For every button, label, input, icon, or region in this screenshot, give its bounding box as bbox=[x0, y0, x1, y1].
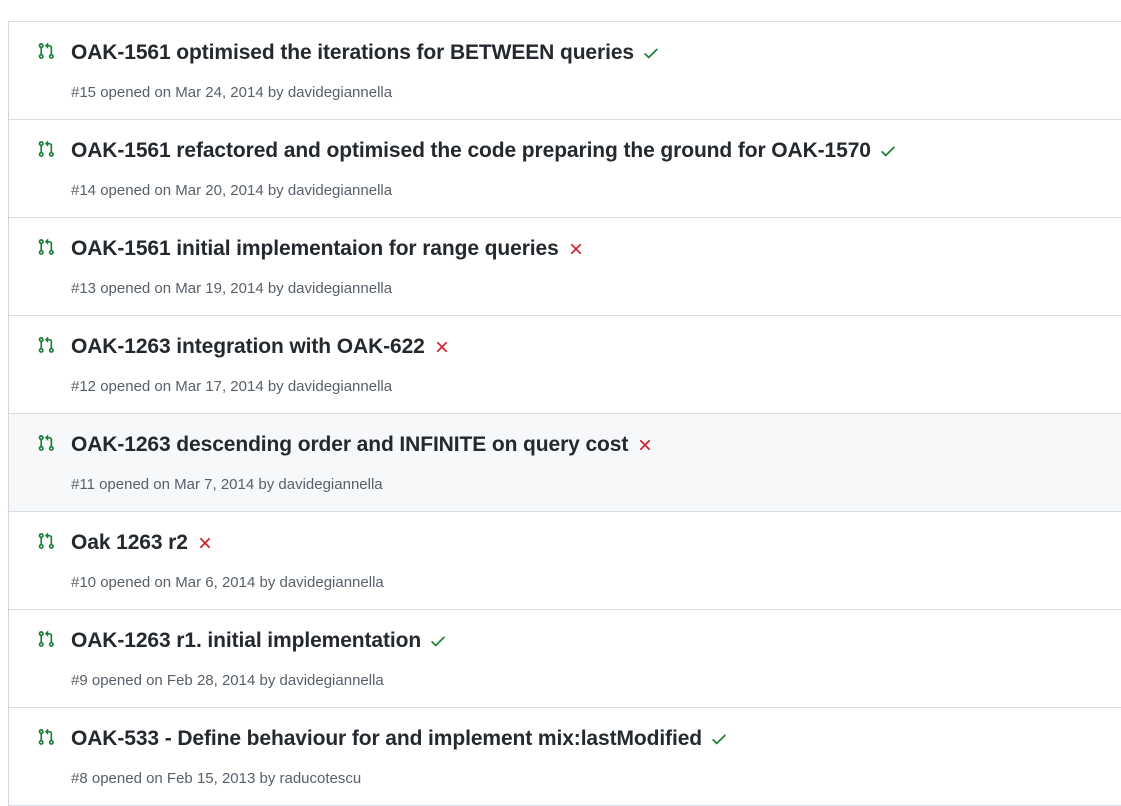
git-pull-request-icon bbox=[38, 336, 54, 353]
pull-request-meta: #12 opened on Mar 17, 2014 by davidegian… bbox=[71, 378, 393, 395]
pull-request-row[interactable]: OAK-1263 r1. initial implementation #9 o… bbox=[9, 610, 1121, 708]
pull-request-meta: #13 opened on Mar 19, 2014 by davidegian… bbox=[71, 280, 393, 297]
x-icon[interactable] bbox=[433, 338, 451, 356]
pull-request-title-line: OAK-1561 refactored and optimised the co… bbox=[71, 139, 897, 163]
pull-request-row[interactable]: OAK-1561 initial implementaion for range… bbox=[9, 218, 1121, 316]
pull-request-title-link[interactable]: OAK-1263 descending order and INFINITE o… bbox=[71, 433, 628, 457]
x-icon[interactable] bbox=[567, 240, 585, 258]
pull-request-title-link[interactable]: OAK-1263 r1. initial implementation bbox=[71, 629, 421, 653]
pull-request-meta: #14 opened on Mar 20, 2014 by davidegian… bbox=[71, 182, 393, 199]
check-icon[interactable] bbox=[429, 632, 447, 650]
pull-request-title-line: OAK-533 - Define behaviour for and imple… bbox=[71, 727, 728, 751]
pull-request-meta: #8 opened on Feb 15, 2013 by raducotescu bbox=[71, 770, 362, 787]
pull-request-row[interactable]: OAK-1561 refactored and optimised the co… bbox=[9, 120, 1121, 218]
pull-request-row[interactable]: OAK-1263 integration with OAK-622 #12 op… bbox=[9, 316, 1121, 414]
pull-request-row[interactable]: OAK-1263 descending order and INFINITE o… bbox=[9, 414, 1121, 512]
git-pull-request-icon bbox=[38, 434, 54, 451]
git-pull-request-icon bbox=[38, 532, 54, 549]
pull-request-title-line: OAK-1561 optimised the iterations for BE… bbox=[71, 41, 660, 65]
pull-request-meta: #11 opened on Mar 7, 2014 by davidegiann… bbox=[71, 476, 383, 493]
pull-request-row[interactable]: OAK-1561 optimised the iterations for BE… bbox=[9, 22, 1121, 120]
pull-request-title-line: OAK-1561 initial implementaion for range… bbox=[71, 237, 585, 261]
pull-request-title-link[interactable]: OAK-533 - Define behaviour for and imple… bbox=[71, 727, 702, 751]
x-icon[interactable] bbox=[196, 534, 214, 552]
check-icon[interactable] bbox=[879, 142, 897, 160]
pull-request-title-line: OAK-1263 r1. initial implementation bbox=[71, 629, 447, 653]
pull-request-title-link[interactable]: OAK-1561 optimised the iterations for BE… bbox=[71, 41, 634, 65]
pull-request-row[interactable]: OAK-533 - Define behaviour for and imple… bbox=[9, 708, 1121, 806]
pull-request-meta: #9 opened on Feb 28, 2014 by davidegiann… bbox=[71, 672, 384, 689]
pull-request-title-link[interactable]: OAK-1561 initial implementaion for range… bbox=[71, 237, 559, 261]
check-icon[interactable] bbox=[710, 730, 728, 748]
git-pull-request-icon bbox=[38, 238, 54, 255]
pull-request-title-line: OAK-1263 integration with OAK-622 bbox=[71, 335, 451, 359]
x-icon[interactable] bbox=[636, 436, 654, 454]
pull-request-list: OAK-1561 optimised the iterations for BE… bbox=[8, 21, 1121, 806]
pull-request-title-link[interactable]: OAK-1561 refactored and optimised the co… bbox=[71, 139, 871, 163]
git-pull-request-icon bbox=[38, 630, 54, 647]
pull-request-row[interactable]: Oak 1263 r2 #10 opened on Mar 6, 2014 by… bbox=[9, 512, 1121, 610]
git-pull-request-icon bbox=[38, 728, 54, 745]
check-icon[interactable] bbox=[642, 44, 660, 62]
pull-request-title-line: Oak 1263 r2 bbox=[71, 531, 214, 555]
git-pull-request-icon bbox=[38, 42, 54, 59]
pull-request-title-link[interactable]: Oak 1263 r2 bbox=[71, 531, 188, 555]
pull-request-title-link[interactable]: OAK-1263 integration with OAK-622 bbox=[71, 335, 425, 359]
pull-request-title-line: OAK-1263 descending order and INFINITE o… bbox=[71, 433, 654, 457]
pull-request-meta: #15 opened on Mar 24, 2014 by davidegian… bbox=[71, 84, 393, 101]
git-pull-request-icon bbox=[38, 140, 54, 157]
pull-request-meta: #10 opened on Mar 6, 2014 by davidegiann… bbox=[71, 574, 384, 591]
